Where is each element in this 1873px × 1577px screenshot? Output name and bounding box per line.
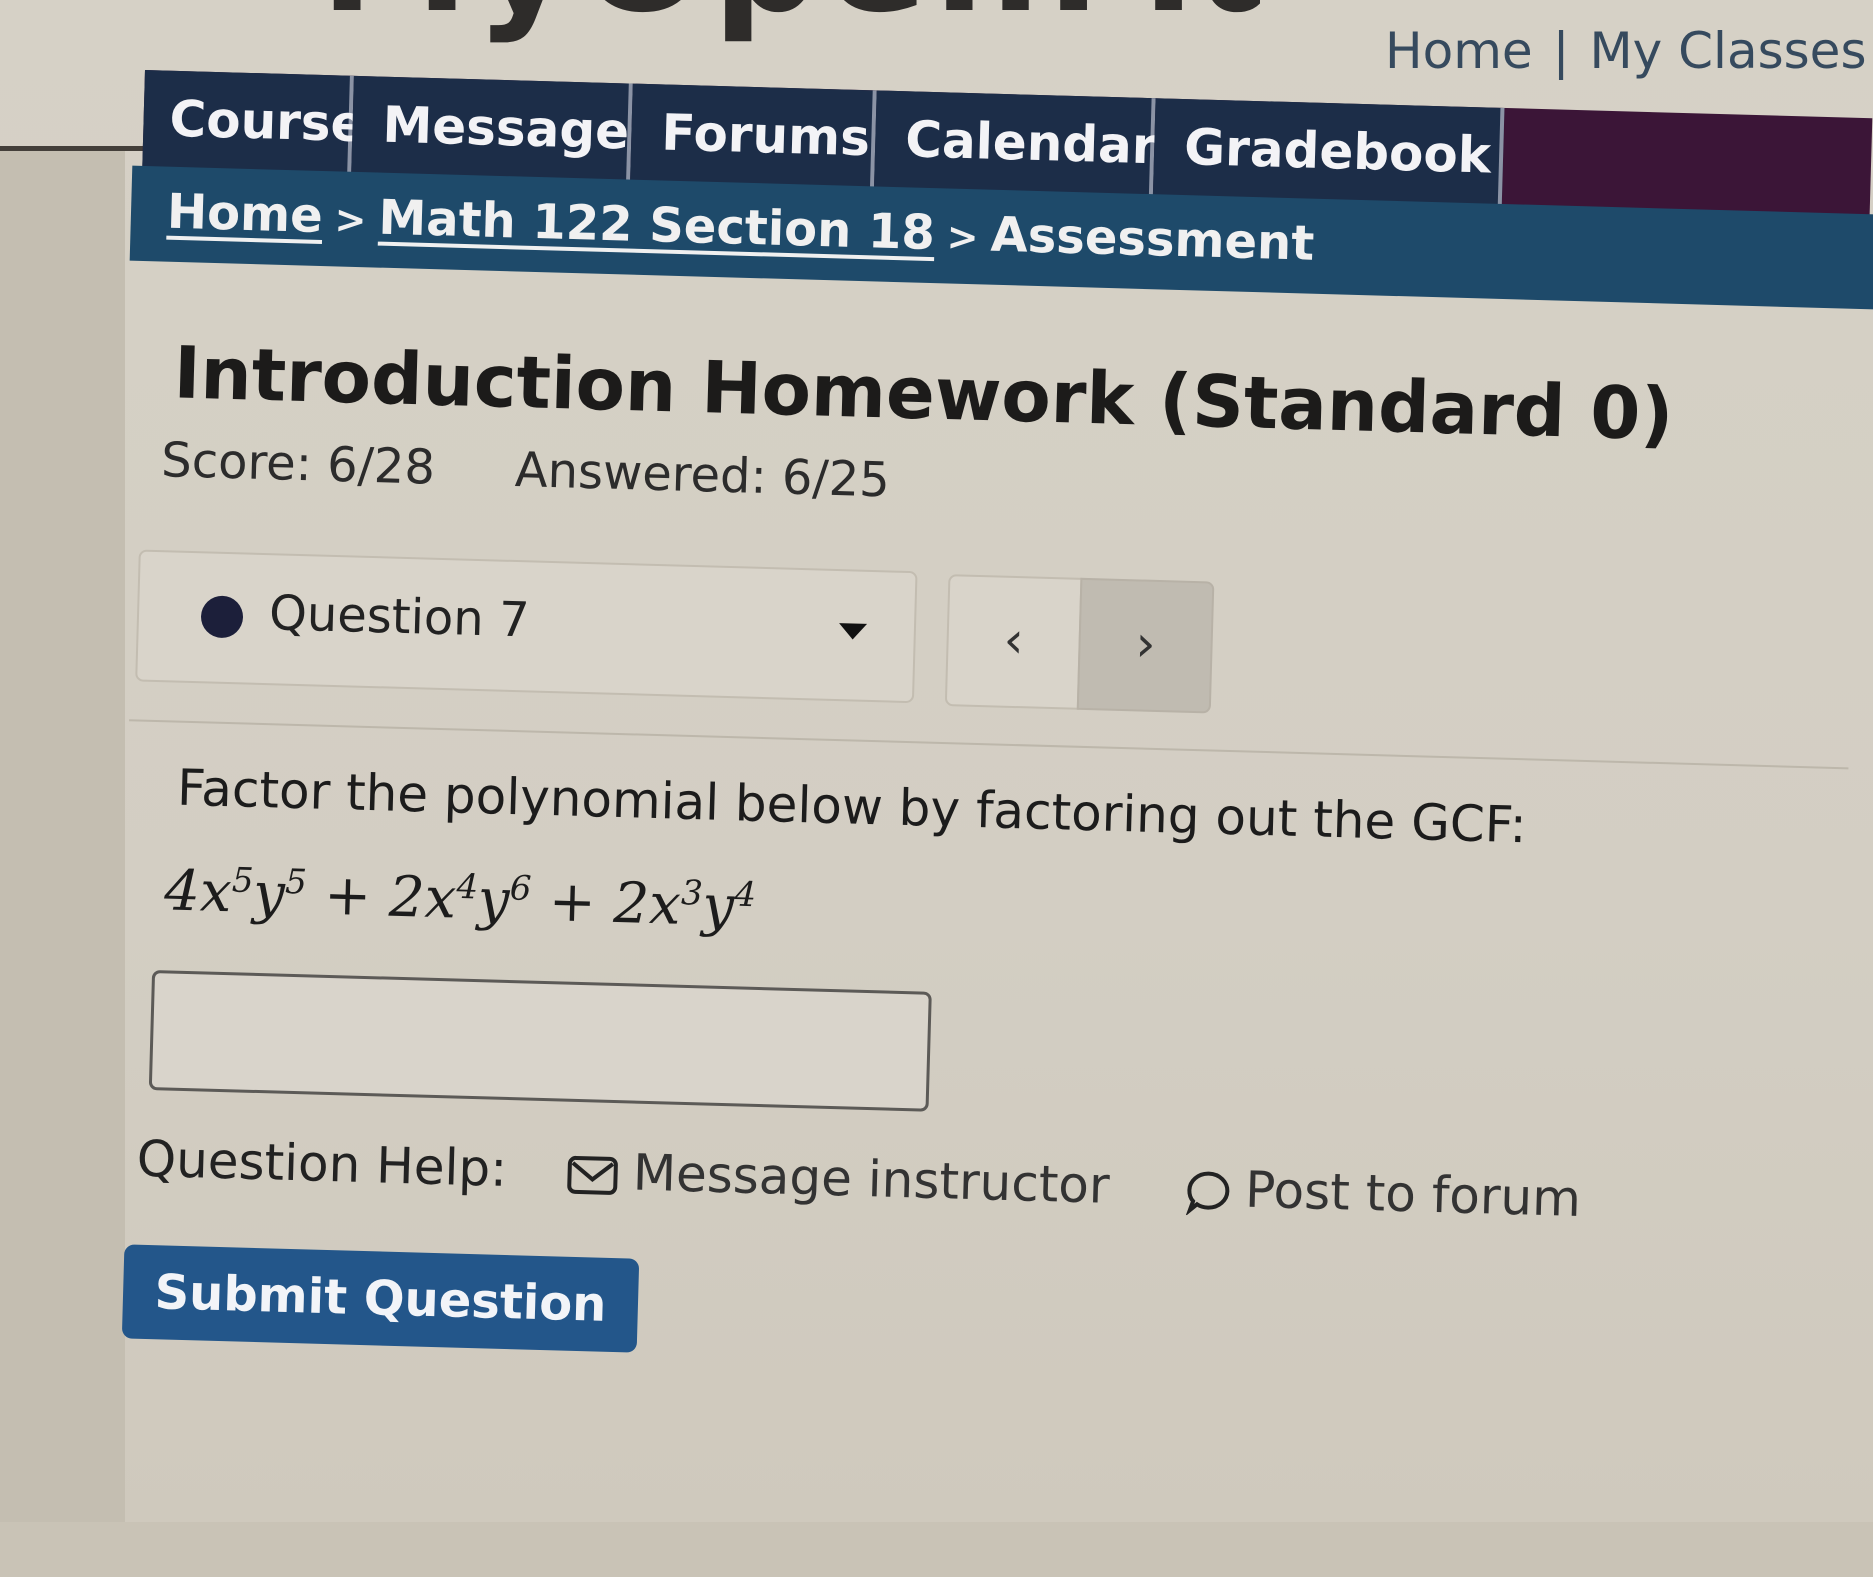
term-x-exponent: 3 <box>680 873 704 914</box>
term-y-exponent: 4 <box>733 874 757 916</box>
tab-messages[interactable]: Messages <box>351 75 660 184</box>
term-coef: 4 <box>163 858 201 925</box>
previous-question-button[interactable]: ‹ <box>944 574 1083 710</box>
breadcrumb-separator: > <box>334 197 368 243</box>
site-logo[interactable]: MyOpenMath <box>320 0 1260 60</box>
navbar: Course Messages Forums Calendar Gradeboo… <box>129 70 1873 311</box>
score-text: Score: 6/28 <box>160 432 436 496</box>
divider <box>129 719 1849 770</box>
term-x-exponent: 4 <box>455 866 479 908</box>
term-coef: 2 <box>612 870 651 937</box>
term-coef: 2 <box>388 864 426 931</box>
top-link-separator: | <box>1552 22 1570 80</box>
envelope-icon <box>567 1155 619 1195</box>
breadcrumb-separator: > <box>946 214 980 260</box>
message-instructor-label: Message instructor <box>632 1143 1111 1215</box>
polynomial-expression: 4x5y5 + 2x4y6 + 2x3y4 <box>163 858 757 940</box>
speech-bubble-icon <box>1185 1171 1230 1216</box>
term-y-exponent: 6 <box>509 868 532 909</box>
page-title: Introduction Homework (Standard 0) <box>172 330 1675 457</box>
question-help: Question Help: Message instructor Post t… <box>136 1130 1582 1228</box>
question-select[interactable]: Question 7 <box>135 549 918 704</box>
operator: + <box>323 862 373 930</box>
question-select-label: Question 7 <box>268 585 531 649</box>
term-x-exponent: 5 <box>231 860 255 902</box>
home-link[interactable]: Home <box>1385 22 1533 80</box>
tab-course[interactable]: Course <box>142 70 365 176</box>
logo-text: MyOpenMath <box>320 0 1260 34</box>
header-divider <box>0 146 150 151</box>
message-instructor-link[interactable]: Message instructor <box>566 1142 1110 1215</box>
my-classes-link[interactable]: My Classes <box>1590 22 1867 80</box>
post-to-forum-label: Post to forum <box>1244 1160 1582 1229</box>
top-links: Home | My Classes <box>1385 22 1867 80</box>
tab-forums[interactable]: Forums <box>630 83 877 191</box>
breadcrumb-current: Assessment <box>989 206 1315 272</box>
tab-gradebook[interactable]: Gradebook <box>1152 98 1505 208</box>
breadcrumb-home[interactable]: Home <box>166 184 323 244</box>
question-help-label: Question Help: <box>136 1129 508 1199</box>
submit-question-button[interactable]: Submit Question <box>121 1244 640 1353</box>
question-status-dot-icon <box>200 595 244 639</box>
next-question-button[interactable]: › <box>1076 577 1215 714</box>
page: MyOpenMath Home | My Classes Course Messag… <box>0 0 1873 1522</box>
main-content: Introduction Homework (Standard 0) Score… <box>121 330 1872 1577</box>
answered-text: Answered: 6/25 <box>514 441 891 509</box>
tab-calendar[interactable]: Calendar <box>873 90 1157 199</box>
answer-input[interactable] <box>148 970 932 1112</box>
question-prompt: Factor the polynomial below by factoring… <box>176 758 1528 855</box>
term-y-exponent: 5 <box>284 862 308 903</box>
left-margin <box>0 150 125 1522</box>
breadcrumb-course[interactable]: Math 122 Section 18 <box>378 190 936 262</box>
caret-down-icon <box>838 623 868 640</box>
operator: + <box>547 869 597 936</box>
post-to-forum-link[interactable]: Post to forum <box>1184 1159 1582 1229</box>
score-summary: Score: 6/28 Answered: 6/25 <box>161 432 891 508</box>
